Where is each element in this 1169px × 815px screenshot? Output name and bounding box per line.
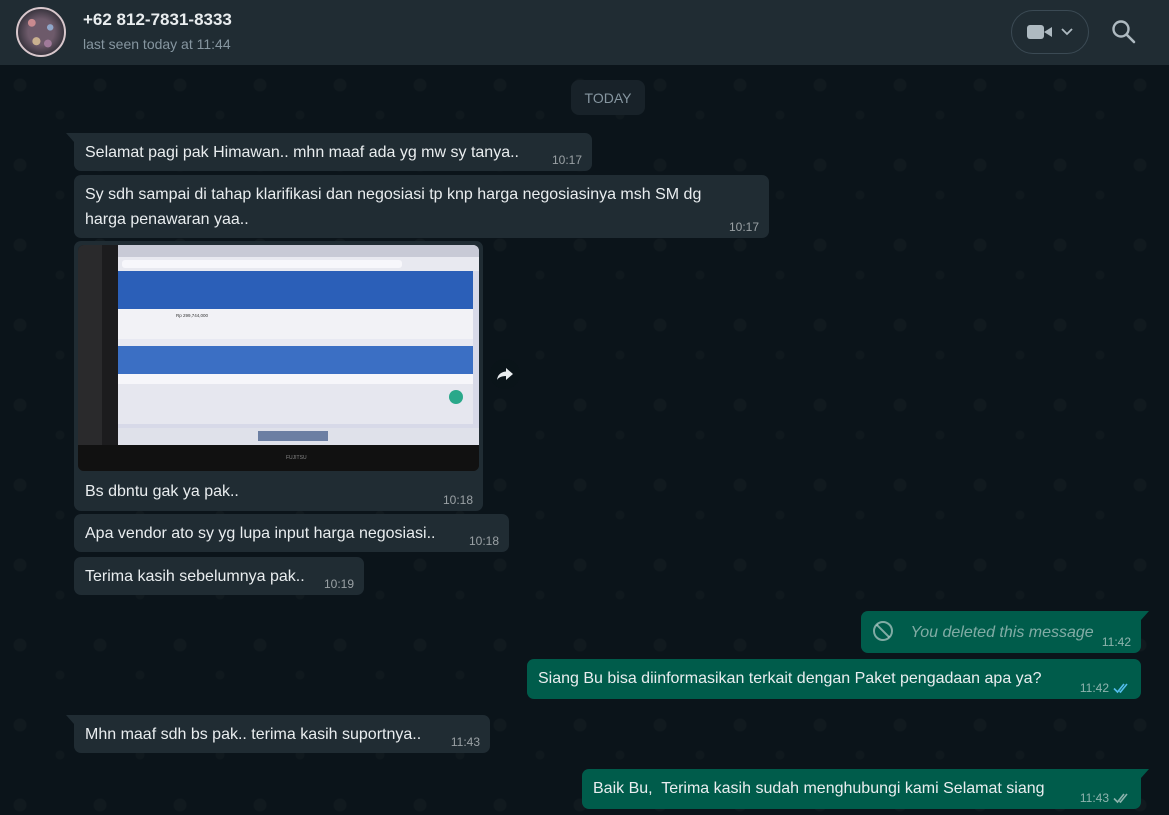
message-text: Siang Bu bisa diinformasikan terkait den… — [538, 670, 1042, 687]
incoming-message[interactable]: Sy sdh sampai di tahap klarifikasi dan n… — [74, 175, 769, 238]
photo-preview: Rp 299,744,000 FUJITSU — [78, 245, 479, 471]
last-seen-status: last seen today at 11:44 — [83, 36, 231, 52]
forward-icon — [497, 368, 513, 380]
chat-header: +62 812-7831-8333 last seen today at 11:… — [0, 0, 1169, 65]
message-text: Mhn maaf sdh bs pak.. terima kasih supor… — [85, 726, 422, 743]
message-text-line: Sy sdh sampai di tahap klarifikasi dan n… — [85, 186, 702, 203]
outgoing-deleted-message[interactable]: You deleted this message 11:42 — [861, 611, 1149, 653]
message-time: 10:19 — [323, 577, 354, 591]
message-time: 10:18 — [468, 534, 499, 548]
incoming-image-message[interactable]: Rp 299,744,000 FUJITSU Bs dbntu gak ya p… — [74, 241, 483, 511]
outgoing-message[interactable]: Siang Bu bisa diinformasikan terkait den… — [527, 659, 1141, 699]
message-meta: 11:43 — [1080, 791, 1131, 805]
message-text-line: harga penawaran yaa.. — [85, 211, 249, 228]
outgoing-message[interactable]: Baik Bu, Terima kasih sudah menghubungi … — [582, 769, 1149, 809]
search-button[interactable] — [1110, 18, 1138, 46]
video-call-button[interactable] — [1011, 10, 1089, 54]
chat-area[interactable]: TODAY Selamat pagi pak Himawan.. mhn maa… — [0, 65, 1169, 815]
contact-avatar[interactable] — [16, 7, 66, 57]
incoming-message[interactable]: Selamat pagi pak Himawan.. mhn maaf ada … — [66, 133, 592, 171]
photo-brand-text: FUJITSU — [286, 455, 307, 461]
video-camera-icon — [1027, 24, 1053, 40]
message-text: Baik Bu, Terima kasih sudah menghubungi … — [593, 780, 1045, 797]
message-time: 10:17 — [728, 220, 759, 234]
date-divider: TODAY — [571, 80, 645, 115]
chevron-down-icon — [1061, 28, 1073, 36]
message-meta: 11:42 — [1080, 681, 1131, 695]
message-time: 10:18 — [442, 493, 473, 507]
deleted-message-text: You deleted this message — [910, 624, 1094, 641]
forward-button[interactable] — [490, 359, 520, 389]
message-time: 11:43 — [450, 735, 480, 749]
photo-price-text: Rp 299,744,000 — [176, 313, 209, 318]
read-receipt-icon — [1113, 683, 1128, 694]
delivered-receipt-icon — [1113, 793, 1128, 804]
message-text: Selamat pagi pak Himawan.. mhn maaf ada … — [85, 144, 519, 161]
incoming-message[interactable]: Mhn maaf sdh bs pak.. terima kasih supor… — [66, 715, 490, 753]
message-text: Terima kasih sebelumnya pak.. — [85, 568, 305, 585]
contact-name[interactable]: +62 812-7831-8333 — [83, 10, 232, 30]
message-time: 11:43 — [1079, 791, 1109, 805]
incoming-message[interactable]: Apa vendor ato sy yg lupa input harga ne… — [74, 514, 509, 552]
search-icon — [1112, 20, 1136, 44]
message-text: Apa vendor ato sy yg lupa input harga ne… — [85, 525, 436, 542]
image-caption: Bs dbntu gak ya pak.. — [85, 483, 239, 500]
message-photo[interactable]: Rp 299,744,000 FUJITSU — [78, 245, 479, 471]
deleted-icon — [873, 620, 893, 641]
message-time: 11:42 — [1079, 681, 1109, 695]
incoming-message[interactable]: Terima kasih sebelumnya pak.. 10:19 — [74, 557, 364, 595]
message-time: 10:17 — [551, 153, 582, 167]
message-time: 11:42 — [1101, 635, 1131, 649]
